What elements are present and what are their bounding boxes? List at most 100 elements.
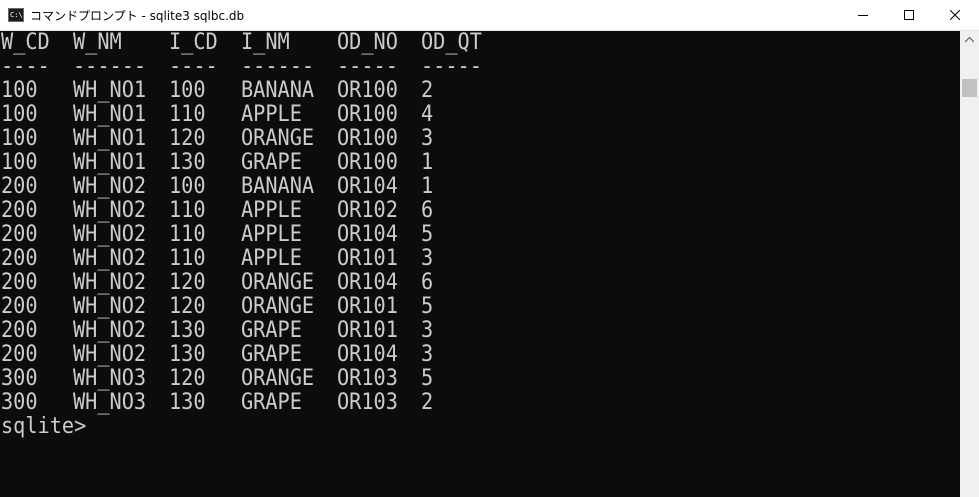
- cell-w-cd: 200: [1, 246, 38, 271]
- cell-i-nm: ORANGE: [241, 366, 315, 391]
- cell-od-qt: 5: [421, 294, 434, 319]
- console-output[interactable]: W_CD W_NM I_CD I_NM OD_NO OD_QT ---- ---…: [0, 31, 960, 497]
- cell-w-cd: 200: [1, 270, 38, 295]
- cell-od-no: OR101: [337, 294, 398, 319]
- cell-od-no: OR103: [337, 366, 398, 391]
- cell-od-no: OR100: [337, 78, 398, 103]
- close-button[interactable]: [932, 0, 978, 30]
- cell-w-nm: WH_NO3: [73, 366, 147, 391]
- separator-i-cd: ----: [169, 54, 218, 79]
- cell-i-nm: APPLE: [241, 222, 302, 247]
- cell-od-no: OR101: [337, 246, 398, 271]
- cell-w-nm: WH_NO1: [73, 102, 147, 127]
- table-row: 200 WH_NO2 110 APPLE OR104 5: [0, 223, 960, 247]
- cell-i-cd: 100: [169, 78, 206, 103]
- console-app-icon[interactable]: C:\.: [8, 8, 27, 22]
- cell-od-qt: 3: [421, 318, 434, 343]
- cell-w-nm: WH_NO3: [73, 390, 147, 415]
- separator-i-nm: ------: [241, 54, 315, 79]
- header-row: W_CD W_NM I_CD I_NM OD_NO OD_QT: [0, 31, 960, 55]
- cell-w-nm: WH_NO2: [73, 294, 147, 319]
- cell-od-qt: 1: [421, 150, 434, 175]
- cell-w-cd: 200: [1, 294, 38, 319]
- close-icon: [950, 10, 960, 20]
- cell-w-cd: 100: [1, 102, 38, 127]
- separator-w-cd: ----: [1, 54, 50, 79]
- cell-w-nm: WH_NO2: [73, 174, 147, 199]
- cell-i-cd: 120: [169, 126, 206, 151]
- cell-w-nm: WH_NO2: [73, 222, 147, 247]
- cell-w-cd: 200: [1, 318, 38, 343]
- cell-od-qt: 3: [421, 246, 434, 271]
- cell-w-cd: 100: [1, 150, 38, 175]
- cell-w-nm: WH_NO1: [73, 126, 147, 151]
- table-row: 200 WH_NO2 120 ORANGE OR104 6: [0, 271, 960, 295]
- cell-w-nm: WH_NO2: [73, 318, 147, 343]
- cell-w-nm: WH_NO2: [73, 342, 147, 367]
- scroll-up-button[interactable]: [960, 31, 979, 48]
- cell-w-cd: 200: [1, 174, 38, 199]
- cell-w-cd: 100: [1, 78, 38, 103]
- column-header-w-cd: W_CD: [1, 31, 50, 55]
- chevron-up-icon: [965, 36, 974, 42]
- cell-i-cd: 110: [169, 222, 206, 247]
- cell-w-cd: 100: [1, 126, 38, 151]
- cell-w-cd: 200: [1, 342, 38, 367]
- cell-od-qt: 5: [421, 222, 434, 247]
- cell-i-cd: 110: [169, 102, 206, 127]
- cell-w-cd: 300: [1, 366, 38, 391]
- cell-i-nm: ORANGE: [241, 270, 315, 295]
- cell-w-cd: 200: [1, 222, 38, 247]
- cell-w-nm: WH_NO2: [73, 270, 147, 295]
- cell-i-cd: 130: [169, 150, 206, 175]
- table-row: 200 WH_NO2 130 GRAPE OR104 3: [0, 343, 960, 367]
- table-row: 100 WH_NO1 130 GRAPE OR100 1: [0, 151, 960, 175]
- cell-od-qt: 5: [421, 366, 434, 391]
- separator-row: ---- ------ ---- ------ ----- -----: [0, 55, 960, 79]
- window-title: コマンドプロンプト - sqlite3 sqlbc.db: [30, 9, 245, 23]
- command-prompt-window: C:\. コマンドプロンプト - sqlite3 sqlbc.db W_CD W…: [0, 0, 979, 497]
- cell-od-qt: 1: [421, 174, 434, 199]
- cell-od-no: OR104: [337, 270, 398, 295]
- cell-i-cd: 120: [169, 294, 206, 319]
- cell-i-nm: APPLE: [241, 246, 302, 271]
- cell-w-nm: WH_NO2: [73, 198, 147, 223]
- maximize-button[interactable]: [886, 0, 932, 30]
- cell-i-cd: 130: [169, 342, 206, 367]
- cell-i-cd: 120: [169, 366, 206, 391]
- vertical-scrollbar[interactable]: [960, 31, 979, 497]
- cell-w-cd: 300: [1, 390, 38, 415]
- table-row: 100 WH_NO1 120 ORANGE OR100 3: [0, 127, 960, 151]
- cell-i-cd: 110: [169, 246, 206, 271]
- cell-od-no: OR104: [337, 174, 398, 199]
- table-row: 100 WH_NO1 100 BANANA OR100 2: [0, 79, 960, 103]
- cell-i-nm: APPLE: [241, 102, 302, 127]
- column-header-w-nm: W_NM: [73, 31, 122, 55]
- minimize-button[interactable]: [840, 0, 886, 30]
- cell-od-no: OR104: [337, 342, 398, 367]
- minimize-icon: [858, 15, 868, 16]
- separator-od-no: -----: [337, 54, 398, 79]
- cell-od-qt: 3: [421, 342, 434, 367]
- cell-od-no: OR101: [337, 318, 398, 343]
- cell-i-nm: ORANGE: [241, 126, 315, 151]
- cell-od-no: OR100: [337, 102, 398, 127]
- title-bar[interactable]: C:\. コマンドプロンプト - sqlite3 sqlbc.db: [0, 0, 979, 31]
- cell-od-no: OR100: [337, 150, 398, 175]
- cell-od-qt: 6: [421, 198, 434, 223]
- separator-w-nm: ------: [73, 54, 147, 79]
- cell-od-qt: 6: [421, 270, 434, 295]
- maximize-icon: [904, 10, 914, 20]
- cell-w-nm: WH_NO2: [73, 246, 147, 271]
- cell-od-qt: 2: [421, 390, 434, 415]
- table-row: 100 WH_NO1 110 APPLE OR100 4: [0, 103, 960, 127]
- cell-i-cd: 120: [169, 270, 206, 295]
- sqlite-prompt[interactable]: sqlite>: [1, 415, 86, 439]
- table-row: 300 WH_NO3 130 GRAPE OR103 2: [0, 391, 960, 415]
- table-row: 200 WH_NO2 130 GRAPE OR101 3: [0, 319, 960, 343]
- cell-w-cd: 200: [1, 198, 38, 223]
- column-header-i-nm: I_NM: [241, 31, 290, 55]
- scrollbar-thumb[interactable]: [962, 79, 977, 97]
- cell-i-nm: GRAPE: [241, 390, 302, 415]
- cell-i-nm: GRAPE: [241, 150, 302, 175]
